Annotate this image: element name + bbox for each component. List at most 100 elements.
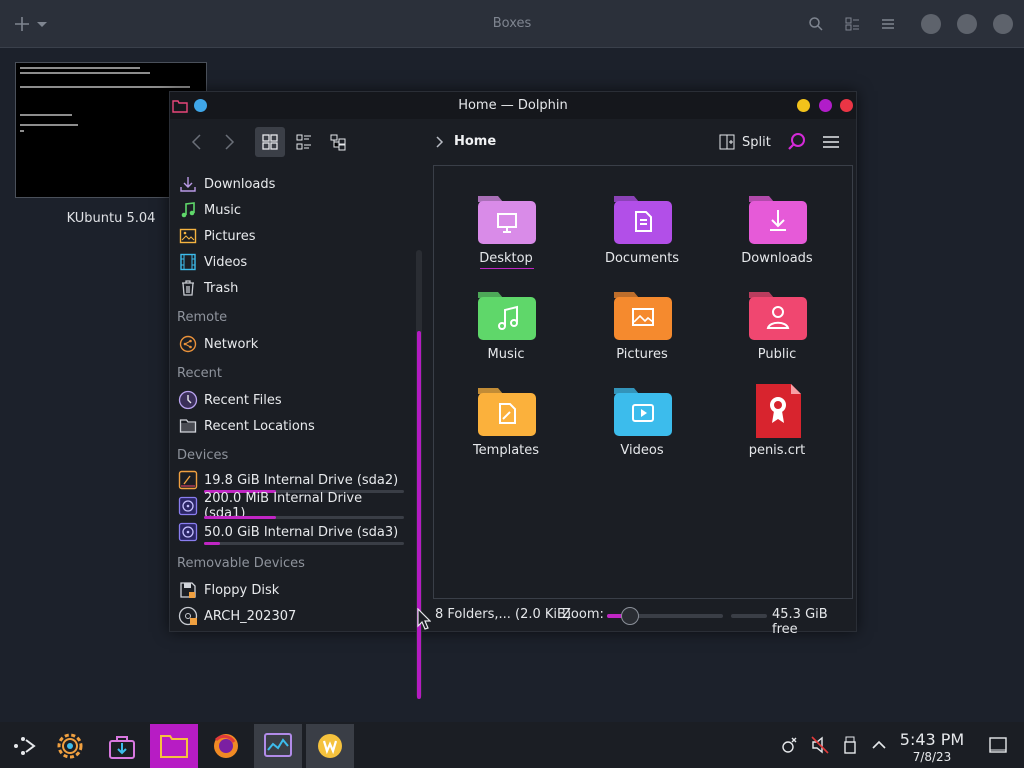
clock-date[interactable]: 7/8/23 xyxy=(896,750,968,764)
dolphin-taskbar-button[interactable] xyxy=(150,724,198,768)
clock-icon xyxy=(178,390,198,410)
zoom-slider-handle[interactable] xyxy=(621,607,640,625)
mouse-cursor-icon xyxy=(417,607,432,634)
hard-drive-icon xyxy=(178,496,198,516)
section-heading-remote: Remote xyxy=(177,310,228,325)
file-label: Music xyxy=(487,347,525,362)
free-space-label: 45.3 GiB free xyxy=(772,607,828,637)
sidebar-item-trash[interactable]: Trash xyxy=(178,276,406,300)
breadcrumb-chevron-icon xyxy=(435,134,445,154)
boxes-title: Boxes xyxy=(492,16,532,31)
window-titlebar[interactable]: Home — Dolphin xyxy=(170,92,856,119)
videos-folder-icon xyxy=(614,388,672,436)
file-view[interactable]: Desktop Documents Downloads Music Pictur… xyxy=(433,165,853,599)
file-item-templates[interactable]: Templates xyxy=(446,382,566,472)
console-cursor xyxy=(20,130,24,132)
download-icon xyxy=(178,174,198,194)
sidebar-item-floppy[interactable]: Floppy Disk xyxy=(178,578,406,602)
app-launcher-icon xyxy=(14,737,36,755)
clock-time[interactable]: 5:43 PM xyxy=(896,730,968,749)
file-label: Desktop xyxy=(479,251,533,266)
console-line xyxy=(20,67,140,69)
sidebar-item-music[interactable]: Music xyxy=(178,198,406,222)
list-details-icon xyxy=(296,134,311,150)
sidebar-item-drive-sda1[interactable]: 200.0 MiB Internal Drive (sda1) xyxy=(178,491,406,521)
sidebar-item-label: Network xyxy=(204,336,259,352)
sidebar-item-pictures[interactable]: Pictures xyxy=(178,224,406,248)
file-item-videos[interactable]: Videos xyxy=(582,382,702,472)
console-line xyxy=(20,72,150,74)
toolbar: Home Split xyxy=(170,119,856,165)
drive-usage-fill xyxy=(204,542,220,545)
sidebar-item-recent-locations[interactable]: Recent Locations xyxy=(178,414,406,438)
hamburger-menu-icon[interactable] xyxy=(878,14,898,34)
system-settings-button[interactable] xyxy=(46,724,94,768)
sidebar-item-downloads[interactable]: Downloads xyxy=(178,172,406,196)
app-launcher-button[interactable] xyxy=(0,724,48,768)
sidebar-item-drive-sda2[interactable]: 19.8 GiB Internal Drive (sda2) xyxy=(178,468,406,492)
close-circle-button[interactable] xyxy=(993,14,1013,34)
file-label: Videos xyxy=(620,443,664,458)
drive-usage-bar xyxy=(204,516,404,519)
discover-button[interactable] xyxy=(98,724,146,768)
search-icon[interactable] xyxy=(806,14,826,34)
boxes-taskbar-button[interactable] xyxy=(306,724,354,768)
network-status-icon[interactable] xyxy=(779,734,801,756)
sidebar-item-videos[interactable]: Videos xyxy=(178,250,406,274)
file-item-music[interactable]: Music xyxy=(446,286,566,376)
videos-icon xyxy=(178,252,198,272)
back-button[interactable] xyxy=(182,127,212,157)
sidebar-item-drive-sda3[interactable]: 50.0 GiB Internal Drive (sda3) xyxy=(178,520,406,544)
music-folder-icon xyxy=(478,292,536,340)
split-label: Split xyxy=(742,134,771,150)
sidebar-item-network[interactable]: Network xyxy=(178,332,406,356)
file-item-public[interactable]: Public xyxy=(717,286,837,376)
console-line xyxy=(20,114,72,116)
minimize-button[interactable] xyxy=(797,99,810,112)
details-view-button[interactable] xyxy=(289,127,319,157)
file-item-downloads[interactable]: Downloads xyxy=(717,190,837,280)
status-bar: 8 Folders,... (2.0 KiB) Zoom: 45.3 GiB f… xyxy=(433,604,853,637)
public-folder-icon xyxy=(749,292,807,340)
hamburger-menu-button[interactable] xyxy=(816,127,846,157)
firefox-button[interactable] xyxy=(202,724,250,768)
split-button[interactable]: Split xyxy=(718,129,771,155)
sidebar-item-recent-files[interactable]: Recent Files xyxy=(178,388,406,412)
usb-device-icon[interactable] xyxy=(839,734,861,756)
maximize-button[interactable] xyxy=(819,99,832,112)
tree-view-button[interactable] xyxy=(323,127,353,157)
file-item-pictures[interactable]: Pictures xyxy=(582,286,702,376)
dolphin-window: Home — Dolphin Home Split Downloads Musi… xyxy=(169,91,857,699)
volume-muted-icon[interactable] xyxy=(809,734,831,756)
chevron-up-icon[interactable] xyxy=(868,734,890,756)
sidebar-item-arch-disc[interactable]: ARCH_202307 xyxy=(178,604,406,628)
tree-view-icon xyxy=(330,134,346,151)
sidebar-scrollbar-thumb[interactable] xyxy=(417,331,421,699)
taskbar: 5:43 PM 7/8/23 xyxy=(0,722,1024,768)
sidebar-item-label: Videos xyxy=(204,254,248,270)
maximize-circle-button[interactable] xyxy=(957,14,977,34)
search-button[interactable] xyxy=(782,127,812,157)
window-title: Home — Dolphin xyxy=(458,98,568,113)
forward-button[interactable] xyxy=(214,127,244,157)
drive-usage-bar xyxy=(204,542,404,545)
file-item-desktop[interactable]: Desktop xyxy=(446,190,566,280)
close-button[interactable] xyxy=(840,99,853,112)
file-item-certificate[interactable]: penis.crt xyxy=(717,382,837,472)
firefox-icon xyxy=(214,734,238,758)
discover-icon xyxy=(109,736,135,759)
icons-view-button[interactable] xyxy=(255,127,285,157)
desktop-folder-icon xyxy=(478,196,536,244)
chevron-left-icon xyxy=(191,134,201,150)
minimize-circle-button[interactable] xyxy=(921,14,941,34)
breadcrumb[interactable]: Home xyxy=(454,134,496,149)
system-monitor-button[interactable] xyxy=(254,724,302,768)
sidebar-item-label: Trash xyxy=(204,280,239,296)
file-item-documents[interactable]: Documents xyxy=(582,190,702,280)
show-desktop-icon[interactable] xyxy=(987,734,1009,756)
sidebar-item-label: Recent Files xyxy=(204,392,282,408)
select-mode-icon[interactable] xyxy=(842,14,862,34)
chevron-right-icon xyxy=(225,134,235,150)
section-heading-devices: Devices xyxy=(177,448,229,463)
boxes-app-icon xyxy=(318,734,342,758)
